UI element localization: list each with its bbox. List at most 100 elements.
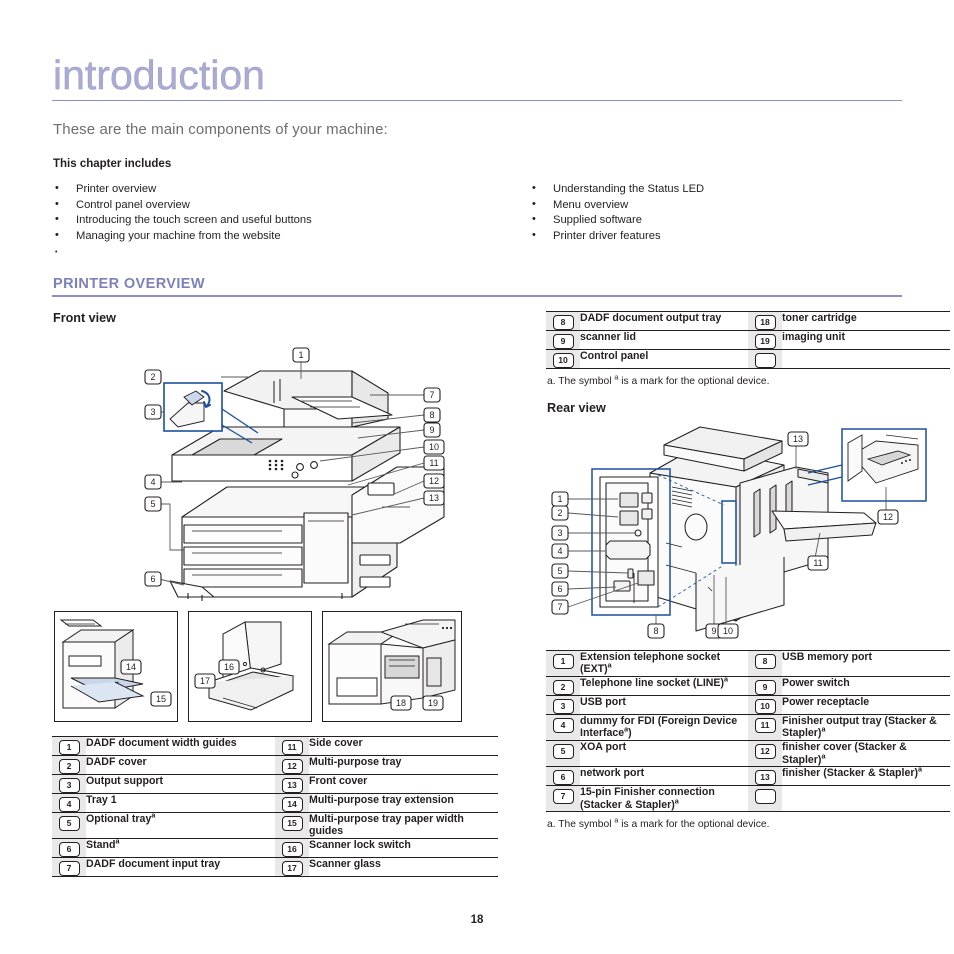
thumbnail-scanner-glass: 16 17 [188, 610, 312, 722]
table-rule-cell [782, 811, 950, 813]
legend-label-cell: finisher cover (Stacker & Stapler)a [782, 739, 950, 767]
legend-number-cell: 9 [748, 675, 782, 696]
legend-number-cell: 11 [275, 735, 309, 756]
callout-label: 6 [150, 574, 155, 584]
legend-number-cell: 15 [275, 811, 309, 839]
table-row: 3 USB port 10 Power receptacle [546, 694, 950, 715]
legend-label-cell: DADF document width guides [86, 735, 275, 756]
chapter-includes-item[interactable]: Printer overview [52, 181, 477, 198]
legend-label-cell: network port [580, 766, 748, 786]
chapter-includes-label: This chapter includes [53, 158, 172, 170]
legend-number-cell [748, 348, 782, 369]
callout-label: 9 [711, 626, 716, 636]
legend-label-cell: Front cover [309, 773, 498, 794]
callout-label: 13 [793, 434, 803, 444]
legend-number-cell: 13 [275, 773, 309, 794]
content-columns: Front view 1 2 3 4 5 6 7 8 9 10 11 12 13… [52, 310, 950, 877]
rear-view-drawing: 12345678 9 10111213 [551, 426, 927, 639]
table-row: 1 Extension telephone socket (EXT)a 8 USB m… [546, 649, 950, 677]
callout-label: 1 [557, 494, 562, 504]
callout-label: 7 [557, 602, 562, 612]
chapter-includes-item[interactable]: Managing your machine from the website [52, 228, 477, 245]
callout-label: 18 [396, 698, 406, 708]
rear-view-legend-table: 1 Extension telephone socket (EXT)a 8 USB m… [546, 649, 950, 813]
callout-label: 10 [723, 626, 733, 636]
legend-label-cell: Standa [86, 836, 275, 858]
chapter-includes-item[interactable]: Control panel overview [52, 197, 477, 214]
legend-number-cell: 3 [546, 694, 580, 715]
callout-label: 13 [429, 493, 439, 503]
legend-number-badge: 9 [552, 333, 574, 349]
table-row: 4 Tray 1 14 Multi-purpose tray extension [52, 792, 498, 813]
legend-label-cell: Telephone line socket (LINE)a [580, 675, 748, 696]
legend-label-cell: Extension telephone socket (EXT)a [580, 649, 748, 677]
callout-label: 14 [126, 662, 136, 672]
table-row: 9 scanner lid 19 imaging unit [546, 329, 950, 350]
callout-label: 6 [557, 584, 562, 594]
legend-number-cell: 10 [748, 694, 782, 715]
front-view-drawing: 12345678910111213 [144, 347, 445, 601]
callout-label: 4 [557, 546, 562, 556]
legend-number-cell: 8 [748, 649, 782, 677]
footnote-front: a. The symbol a is a mark for the option… [547, 373, 950, 387]
legend-number-cell: 4 [546, 713, 580, 741]
page-number: 18 [470, 914, 484, 926]
legend-label-cell: Optional traya [86, 810, 275, 839]
footnote-suffix: is a mark for the optional device. [618, 375, 770, 387]
chapter-includes-right-column: Understanding the Status LEDMenu overvie… [477, 181, 902, 254]
legend-label-cell: Power receptacle [782, 694, 950, 715]
chapter-includes-item[interactable]: Menu overview [529, 197, 902, 214]
chapter-includes-item[interactable]: Understanding the Status LED [529, 181, 902, 198]
table-rule-cell [748, 811, 782, 813]
legend-label-cell: DADF document output tray [580, 310, 748, 331]
legend-label-cell: dummy for FDI (Foreign Device Interfacea… [580, 713, 748, 741]
front-view-legend-table: 1 DADF document width guides 11 Side cover 2… [52, 735, 498, 877]
legend-label-cell: DADF cover [86, 754, 275, 775]
footnote-prefix: a. The symbol [547, 375, 615, 387]
title-divider [52, 100, 902, 101]
legend-number-cell: 3 [52, 773, 86, 794]
legend-number-badge: 9 [754, 679, 776, 695]
legend-number-badge: 18 [754, 314, 776, 330]
callout-label: 5 [557, 566, 562, 576]
callout-label: 7 [429, 390, 434, 400]
legend-number-badge: 19 [754, 333, 776, 349]
optional-device-marker: a [115, 836, 120, 846]
legend-number-badge: 5 [552, 743, 574, 759]
legend-number-cell: 12 [275, 754, 309, 775]
legend-number-cell: 8 [546, 310, 580, 331]
legend-number-badge: 11 [754, 717, 776, 733]
chapter-includes-right-list: Understanding the Status LEDMenu overvie… [529, 181, 902, 245]
optional-device-marker: a [151, 810, 156, 820]
legend-number-badge: 12 [281, 758, 303, 774]
chapter-includes-item[interactable]: Introducing the touch screen and useful … [52, 212, 477, 229]
legend-number-badge: 1 [58, 739, 80, 755]
legend-label-cell: toner cartridge [782, 310, 950, 331]
callout-label: 11 [813, 558, 822, 568]
legend-number-badge: 2 [552, 679, 574, 695]
legend-number-cell: 2 [52, 754, 86, 775]
table-rule-cell [275, 876, 309, 877]
callout-label: 15 [156, 694, 166, 704]
legend-number-cell: 6 [52, 837, 86, 858]
legend-number-badge: 16 [281, 841, 303, 857]
chapter-includes-item[interactable]: Printer driver features [529, 228, 902, 245]
legend-label-cell: USB memory port [782, 649, 950, 677]
table-bottom-rule [52, 876, 498, 877]
legend-number-badge: 6 [58, 841, 80, 857]
optional-device-marker: a [821, 724, 826, 734]
table-rule-cell [580, 811, 748, 813]
legend-number-badge: 8 [754, 653, 776, 669]
legend-label-cell: Power switch [782, 675, 950, 696]
legend-number-cell: 5 [546, 739, 580, 767]
chapter-includes-item [52, 244, 477, 261]
chapter-includes-item[interactable]: Supplied software [529, 212, 902, 229]
callout-label: 8 [429, 410, 434, 420]
front-view-thumbnails: 14 15 16 17 18 19 [54, 610, 498, 722]
table-rule-cell [580, 367, 748, 369]
legend-number-cell: 4 [52, 792, 86, 813]
legend-label-cell: Control panel [580, 348, 748, 369]
page-title: introduction [53, 52, 265, 98]
callout-label: 8 [653, 626, 658, 636]
table-rule-cell [52, 876, 86, 877]
